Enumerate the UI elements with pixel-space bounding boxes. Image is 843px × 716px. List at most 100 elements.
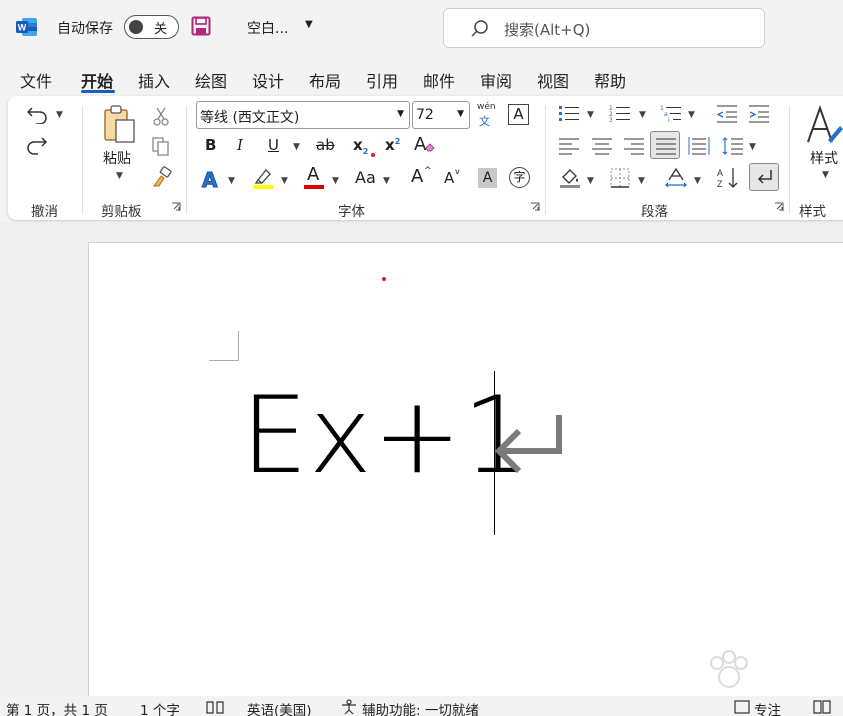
document-page[interactable]: Ex+1: [88, 242, 843, 702]
red-dot-marker: [371, 153, 375, 157]
sort-icon[interactable]: A Z: [716, 166, 740, 190]
tab-help[interactable]: 帮助: [594, 68, 626, 92]
save-icon[interactable]: [191, 16, 211, 36]
numbering-icon[interactable]: 123: [609, 104, 631, 124]
paragraph-dialog-launcher-icon[interactable]: [774, 202, 784, 212]
bullets-icon[interactable]: [558, 104, 580, 124]
accessibility-status[interactable]: 辅助功能: 一切就绪: [362, 699, 479, 716]
justify-button[interactable]: [650, 131, 680, 159]
phonetic-guide-button[interactable]: wén 文: [475, 102, 497, 128]
cut-icon[interactable]: [152, 106, 170, 126]
page-count[interactable]: 第 1 页，共 1 页: [6, 699, 108, 716]
italic-button[interactable]: I: [237, 136, 243, 154]
autosave-toggle[interactable]: 关: [124, 15, 179, 39]
superscript-digit: 2: [394, 137, 401, 146]
align-left-icon[interactable]: [558, 137, 580, 155]
paste-icon[interactable]: [102, 104, 138, 146]
group-label-undo: 撤消: [31, 204, 58, 220]
styles-button-label[interactable]: 样式: [810, 148, 838, 168]
highlight-dropdown-icon[interactable]: ▼: [281, 176, 288, 186]
autosave-state: 关: [154, 22, 168, 37]
highlighter-icon[interactable]: [252, 166, 274, 190]
font-dialog-launcher-icon[interactable]: [530, 202, 540, 212]
decrease-indent-icon[interactable]: [716, 104, 738, 124]
text-effects-button[interactable]: A: [201, 168, 218, 193]
multilevel-dropdown-icon[interactable]: ▼: [688, 110, 695, 120]
status-bar: 第 1 页，共 1 页 1 个字 英语(美国) 辅助功能: 一切就绪 专注: [0, 696, 843, 716]
borders-icon[interactable]: [609, 167, 631, 189]
multilevel-list-icon[interactable]: 1ai: [660, 104, 682, 124]
strikethrough-button[interactable]: ab: [316, 136, 335, 154]
change-case-button[interactable]: Aa: [355, 168, 376, 187]
copy-icon[interactable]: [151, 136, 171, 156]
chinese-layout-dropdown-icon[interactable]: ▼: [694, 176, 701, 186]
tab-draw[interactable]: 绘图: [195, 68, 227, 92]
tab-layout[interactable]: 布局: [309, 68, 341, 92]
word-count[interactable]: 1 个字: [140, 699, 180, 716]
focus-button[interactable]: 专注: [754, 699, 781, 716]
focus-icon[interactable]: [734, 700, 750, 714]
word-app-icon: W: [16, 18, 37, 36]
tab-mailings[interactable]: 邮件: [423, 68, 455, 92]
line-spacing-dropdown-icon[interactable]: ▼: [749, 142, 756, 152]
tab-references[interactable]: 引用: [366, 68, 398, 92]
tab-review[interactable]: 审阅: [480, 68, 512, 92]
chevron-down-icon[interactable]: ▼: [305, 19, 313, 30]
shrink-font-button[interactable]: A: [444, 169, 454, 187]
svg-text:W: W: [18, 23, 27, 33]
tab-insert[interactable]: 插入: [138, 68, 170, 92]
read-mode-icon[interactable]: [813, 700, 831, 714]
svg-text:3: 3: [609, 117, 613, 124]
styles-icon[interactable]: [806, 104, 843, 146]
borders-dropdown-icon[interactable]: ▼: [638, 176, 645, 186]
distributed-icon[interactable]: [688, 136, 710, 156]
search-box[interactable]: 搜索(Alt+Q): [443, 8, 765, 48]
font-color-button[interactable]: A: [307, 164, 319, 185]
underline-dropdown-icon[interactable]: ▼: [293, 142, 300, 152]
shading-dropdown-icon[interactable]: ▼: [587, 176, 594, 186]
change-case-dropdown-icon[interactable]: ▼: [383, 176, 390, 186]
text-effects-dropdown-icon[interactable]: ▼: [228, 176, 235, 186]
undo-dropdown-icon[interactable]: ▼: [56, 110, 63, 120]
tab-home[interactable]: 开始: [81, 68, 113, 92]
numbering-dropdown-icon[interactable]: ▼: [639, 110, 646, 120]
char-border-button[interactable]: A: [508, 104, 529, 125]
line-spacing-icon[interactable]: [722, 136, 744, 156]
document-title[interactable]: 空白...: [247, 18, 288, 38]
accessibility-icon[interactable]: [340, 699, 358, 715]
grow-font-button[interactable]: A: [411, 166, 423, 187]
font-name-select[interactable]: 等线 (西文正文) ▼: [196, 101, 410, 129]
paste-label[interactable]: 粘贴: [103, 148, 131, 168]
align-center-icon[interactable]: [591, 137, 613, 155]
language-indicator[interactable]: 英语(美国): [247, 699, 312, 716]
superscript-button[interactable]: x2: [385, 136, 400, 154]
undo-icon[interactable]: [26, 104, 50, 124]
group-label-clipboard: 剪贴板: [101, 204, 142, 220]
justify-icon: [656, 138, 676, 155]
enclose-char-button[interactable]: 字: [509, 167, 530, 188]
paste-dropdown-icon[interactable]: ▼: [116, 171, 123, 181]
tab-file[interactable]: 文件: [20, 68, 52, 92]
tab-design[interactable]: 设计: [252, 68, 284, 92]
char-shading-button[interactable]: A: [478, 168, 497, 188]
title-bar: W 自动保存 关 空白... ▼ 搜索(Alt+Q): [0, 0, 843, 56]
bold-button[interactable]: B: [205, 136, 216, 154]
grow-caret-icon: ^: [424, 166, 432, 176]
bullets-dropdown-icon[interactable]: ▼: [587, 110, 594, 120]
shading-icon[interactable]: [559, 167, 581, 189]
increase-indent-icon[interactable]: [748, 104, 770, 124]
show-marks-button[interactable]: [749, 163, 779, 191]
document-text[interactable]: Ex+1: [241, 383, 531, 489]
chinese-layout-icon[interactable]: [664, 166, 688, 190]
font-size-select[interactable]: 72 ▼: [412, 101, 470, 129]
subscript-button[interactable]: x2: [353, 136, 368, 156]
font-color-dropdown-icon[interactable]: ▼: [332, 176, 339, 186]
underline-button[interactable]: U: [268, 136, 279, 154]
styles-dropdown-icon[interactable]: ▼: [822, 170, 829, 180]
redo-icon[interactable]: [26, 134, 50, 156]
tab-view[interactable]: 视图: [537, 68, 569, 92]
align-right-icon[interactable]: [623, 137, 645, 155]
clipboard-dialog-launcher-icon[interactable]: [171, 202, 181, 212]
proofing-icon[interactable]: [206, 700, 224, 714]
format-painter-icon[interactable]: [151, 166, 173, 188]
